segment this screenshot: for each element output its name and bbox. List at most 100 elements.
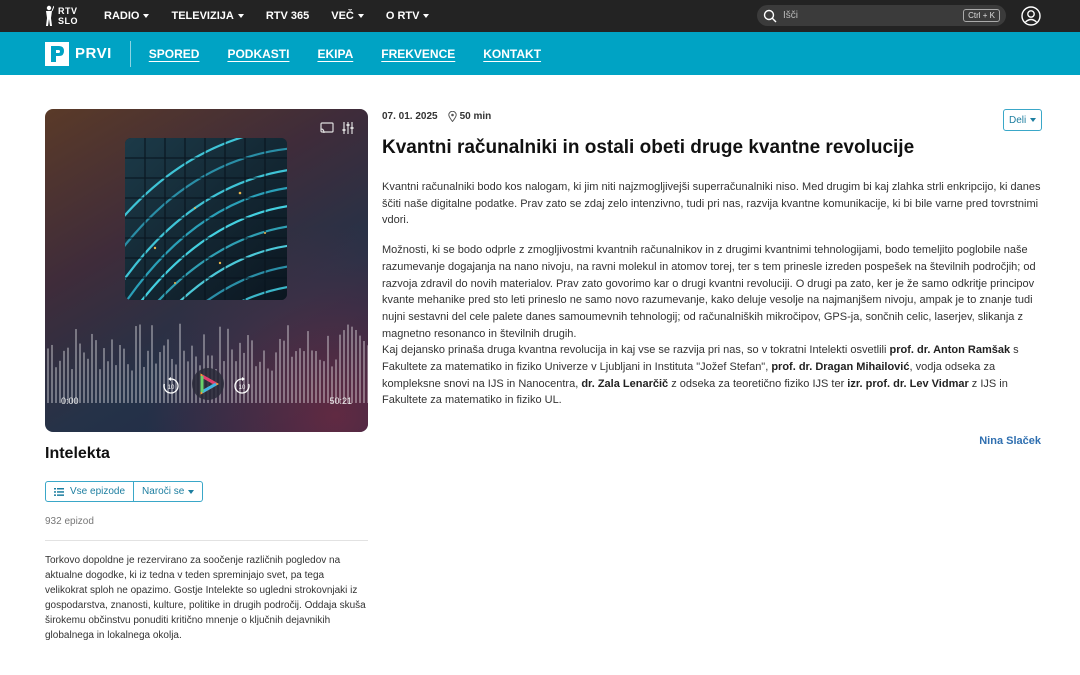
logo-line-2: SLO — [58, 16, 79, 26]
waveform-bar — [347, 324, 349, 403]
skip-back-10-button[interactable]: 10 — [162, 377, 180, 395]
total-time: 50:21 — [329, 396, 352, 406]
audio-player: 10 10 0:00 50:21 — [45, 109, 368, 432]
waveform-bar — [227, 328, 229, 403]
share-button[interactable]: Deli — [1003, 109, 1043, 131]
episode-cover-image — [125, 138, 287, 300]
waveform-bar — [83, 352, 85, 403]
share-label: Deli — [1009, 114, 1027, 126]
waveform-bar — [355, 329, 357, 403]
waveform-bar — [51, 344, 53, 403]
equalizer-settings-icon[interactable] — [341, 121, 355, 135]
waveform-bar — [327, 335, 329, 403]
waveform-bar — [255, 366, 257, 403]
nav-ekipa[interactable]: EKIPA — [317, 47, 353, 61]
episode-title: Kvantni računalniki in ostali obeti drug… — [382, 137, 915, 158]
skip-forward-label: 10 — [239, 385, 246, 391]
guest-name: izr. prof. dr. Lev Vidmar — [847, 377, 969, 390]
menu-item-televizija[interactable]: TELEVIZIJA — [171, 10, 244, 22]
waveform-bar — [99, 369, 101, 403]
waveform-bar — [367, 345, 368, 403]
author-link[interactable]: Nina Slaček — [979, 435, 1041, 447]
nav-kontakt[interactable]: KONTAKT — [483, 47, 541, 61]
search-input[interactable] — [783, 10, 964, 21]
waveform-bar — [55, 367, 57, 403]
waveform-bar — [339, 334, 341, 403]
menu-label: RADIO — [104, 10, 140, 22]
waveform-bar — [287, 325, 289, 403]
waveform-bar — [307, 331, 309, 403]
text: z odseka za teoretično fiziko IJS ter — [668, 377, 848, 390]
waveform-bar — [151, 325, 153, 403]
waveform-bar — [279, 338, 281, 403]
waveform-bar — [91, 333, 93, 403]
search-icon — [763, 9, 777, 22]
search-shortcut-badge: Ctrl + K — [963, 9, 1000, 22]
nav-frekvence[interactable]: FREKVENCE — [381, 47, 455, 61]
paragraph-3: Kaj dejansko prinaša druga kvantna revol… — [382, 342, 1042, 409]
waveform-bar — [363, 340, 365, 403]
episode-body: Kvantni računalniki bodo kos nalogam, ki… — [382, 179, 1042, 422]
waveform-bar — [315, 351, 317, 403]
waveform-bar — [267, 368, 269, 403]
current-time: 0:00 — [61, 396, 79, 406]
menu-item-o-rtv[interactable]: O RTV — [386, 10, 430, 22]
subscribe-button[interactable]: Naroči se — [134, 481, 204, 502]
paragraph-1: Kvantni računalniki bodo kos nalogam, ki… — [382, 181, 1041, 227]
top-navigation-bar: RTV SLO RADIO TELEVIZIJA RTV 365 VEČ O R… — [0, 0, 1080, 32]
waveform-bar — [111, 339, 113, 403]
paragraph-2: Možnosti, ki se bodo odprle z zmogljivos… — [382, 244, 1036, 340]
fast-forward-icon: 10 — [234, 377, 250, 394]
skip-forward-10-button[interactable]: 10 — [233, 377, 251, 395]
menu-label: RTV 365 — [265, 10, 310, 22]
waveform-bar — [275, 352, 277, 403]
waveform-bar — [295, 351, 297, 403]
waveform-bar — [155, 363, 157, 403]
chevron-down-icon — [1030, 118, 1037, 122]
waveform-bar — [159, 352, 161, 403]
guest-name: prof. dr. Dragan Mihailović — [771, 361, 910, 374]
chevron-down-icon — [188, 489, 195, 494]
episode-date: 07. 01. 2025 — [382, 111, 438, 122]
user-account-icon[interactable] — [1021, 6, 1041, 26]
waveform-bar — [67, 347, 69, 403]
skip-back-label: 10 — [168, 385, 175, 391]
all-episodes-button[interactable]: Vse epizode — [45, 481, 135, 502]
waveform-bar — [143, 366, 145, 403]
menu-item-vec[interactable]: VEČ — [331, 10, 364, 22]
rewind-icon: 10 — [163, 377, 179, 394]
play-icon — [192, 368, 224, 400]
waveform-bar — [123, 348, 125, 403]
search-box: Ctrl + K — [757, 5, 1006, 26]
menu-item-rtv365[interactable]: RTV 365 — [266, 10, 309, 22]
menu-label: VEČ — [331, 10, 354, 22]
nav-podkasti[interactable]: PODKASTI — [227, 47, 289, 61]
chevron-down-icon — [237, 14, 244, 18]
menu-item-radio[interactable]: RADIO — [104, 10, 150, 22]
waveform-bar — [319, 359, 321, 403]
play-button[interactable] — [191, 367, 225, 401]
waveform-bar — [87, 358, 89, 403]
waveform-bar — [147, 350, 149, 403]
guest-name: prof. dr. Anton Ramšak — [889, 344, 1011, 357]
prvi-logo-text: PRVI — [75, 45, 112, 62]
waveform-bar — [283, 340, 285, 403]
station-menu: SPORED PODKASTI EKIPA FREKVENCE KONTAKT — [149, 47, 541, 61]
show-description: Torkovo dopoldne je rezervirano za sooče… — [45, 555, 366, 641]
waveform-bar — [323, 361, 325, 403]
waveform-bar — [135, 326, 137, 403]
nav-spored[interactable]: SPORED — [149, 47, 200, 61]
location-pin-icon — [447, 111, 457, 122]
all-episodes-label: Vse epizode — [70, 486, 126, 497]
waveform-bar — [299, 348, 301, 403]
prvi-logo[interactable]: PRVI — [45, 40, 131, 67]
waveform-bar — [119, 344, 121, 403]
rtv-slo-logo[interactable]: RTV SLO — [44, 5, 78, 27]
episode-duration: 50 min — [447, 111, 491, 122]
waveform-bar — [271, 370, 273, 403]
waveform-bar — [107, 361, 109, 403]
chevron-down-icon — [423, 14, 430, 18]
waveform-bar — [127, 364, 129, 403]
waveform-bar — [263, 350, 265, 403]
cast-icon[interactable] — [320, 121, 334, 135]
